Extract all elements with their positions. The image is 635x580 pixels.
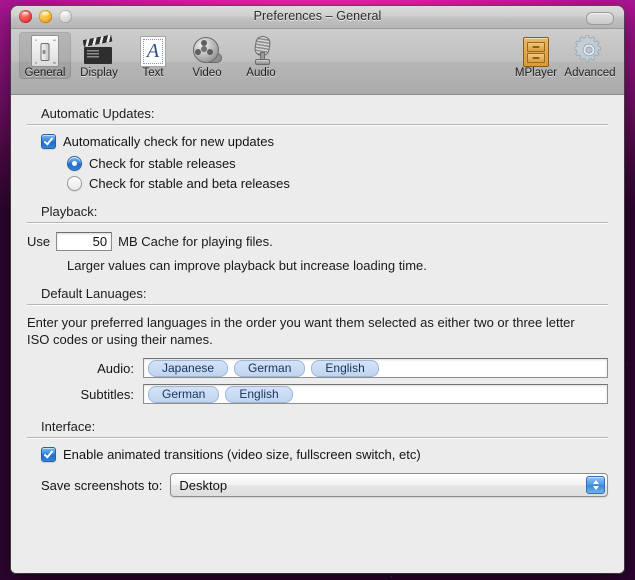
audio-languages-row: Audio: Japanese German English [27,358,608,378]
token-audio-1[interactable]: Japanese [148,360,228,377]
section-divider-languages [27,304,608,305]
window-title: Preferences – General [11,9,624,23]
section-heading-languages: Default Lanuages: [41,286,608,301]
save-screenshots-row: Save screenshots to: Desktop [41,473,608,497]
animated-transitions-checkbox[interactable] [41,447,56,462]
spacer-after-updates [27,191,608,204]
section-heading-updates: Automatic Updates: [41,106,608,121]
save-screenshots-value: Desktop [171,478,227,493]
spacer-after-playback [27,273,608,286]
radio-stable-row[interactable]: Check for stable releases [67,156,608,171]
film-reel-icon [191,34,223,66]
chevron-updown-icon[interactable] [586,476,605,494]
radio-stable-label: Check for stable releases [89,156,236,171]
toolbar-label-general: General [25,67,66,79]
toolbar-item-general[interactable]: General [19,32,71,79]
toolbar-label-display: Display [80,67,118,79]
save-screenshots-label: Save screenshots to: [41,478,162,493]
token-audio-2[interactable]: German [234,360,305,377]
toolbar-label-video: Video [192,67,221,79]
radio-stable[interactable] [67,156,82,171]
drawer-cabinet-icon [520,34,552,66]
languages-description: Enter your preferred languages in the or… [27,314,575,348]
toolbar-item-advanced[interactable]: Advanced [564,32,616,79]
cache-prefix-label: Use [27,234,50,249]
radio-stable-beta-row[interactable]: Check for stable and beta releases [67,176,608,191]
token-audio-3[interactable]: English [311,360,378,377]
audio-languages-field[interactable]: Japanese German English [143,358,608,378]
toolbar-item-mplayer[interactable]: MPlayer [510,32,562,79]
subtitles-languages-row: Subtitles: German English [27,384,608,404]
section-divider-playback [27,222,608,223]
subtitles-languages-field[interactable]: German English [143,384,608,404]
auto-update-checkbox-row[interactable]: Automatically check for new updates [41,134,608,149]
toolbar-label-mplayer: MPlayer [515,67,557,79]
animated-transitions-row[interactable]: Enable animated transitions (video size,… [41,447,608,462]
toolbar-toggle-button[interactable] [586,12,614,25]
gear-icon [574,34,606,66]
radio-stable-beta[interactable] [67,176,82,191]
toolbar-item-audio[interactable]: Audio [235,32,287,79]
auto-update-label: Automatically check for new updates [63,134,274,149]
save-screenshots-popup[interactable]: Desktop [170,473,608,497]
subtitles-languages-label: Subtitles: [27,387,143,402]
cache-row: Use MB Cache for playing files. [27,232,608,251]
section-heading-interface: Interface: [41,419,608,434]
token-subtitle-1[interactable]: German [148,386,219,403]
cache-suffix-label: MB Cache for playing files. [118,234,273,249]
clapperboard-icon [83,34,115,66]
microphone-icon [245,34,277,66]
toolbar-item-display[interactable]: Display [73,32,125,79]
audio-languages-label: Audio: [27,361,143,376]
preferences-window: Preferences – General General Display A … [11,6,624,573]
cache-hint-text: Larger values can improve playback but i… [67,258,608,273]
token-subtitle-2[interactable]: English [225,386,292,403]
radio-stable-beta-label: Check for stable and beta releases [89,176,290,191]
window-titlebar[interactable]: Preferences – General [11,6,624,29]
light-switch-icon [29,34,61,66]
toolbar-left-group: General Display A Text Video Audio [19,32,287,79]
spacer-after-languages [27,404,608,419]
section-divider-interface [27,437,608,438]
cache-size-input[interactable] [56,232,112,251]
preferences-toolbar: General Display A Text Video Audio MPlay… [11,29,624,95]
toolbar-label-audio: Audio [246,67,275,79]
animated-transitions-label: Enable animated transitions (video size,… [63,447,421,462]
section-heading-playback: Playback: [41,204,608,219]
toolbar-right-group: MPlayer Advanced [510,32,616,79]
preferences-content: Automatic Updates: Automatically check f… [11,95,624,573]
toolbar-item-text[interactable]: A Text [127,32,179,79]
text-a-icon: A [137,34,169,66]
toolbar-label-advanced: Advanced [564,67,615,79]
toolbar-item-video[interactable]: Video [181,32,233,79]
